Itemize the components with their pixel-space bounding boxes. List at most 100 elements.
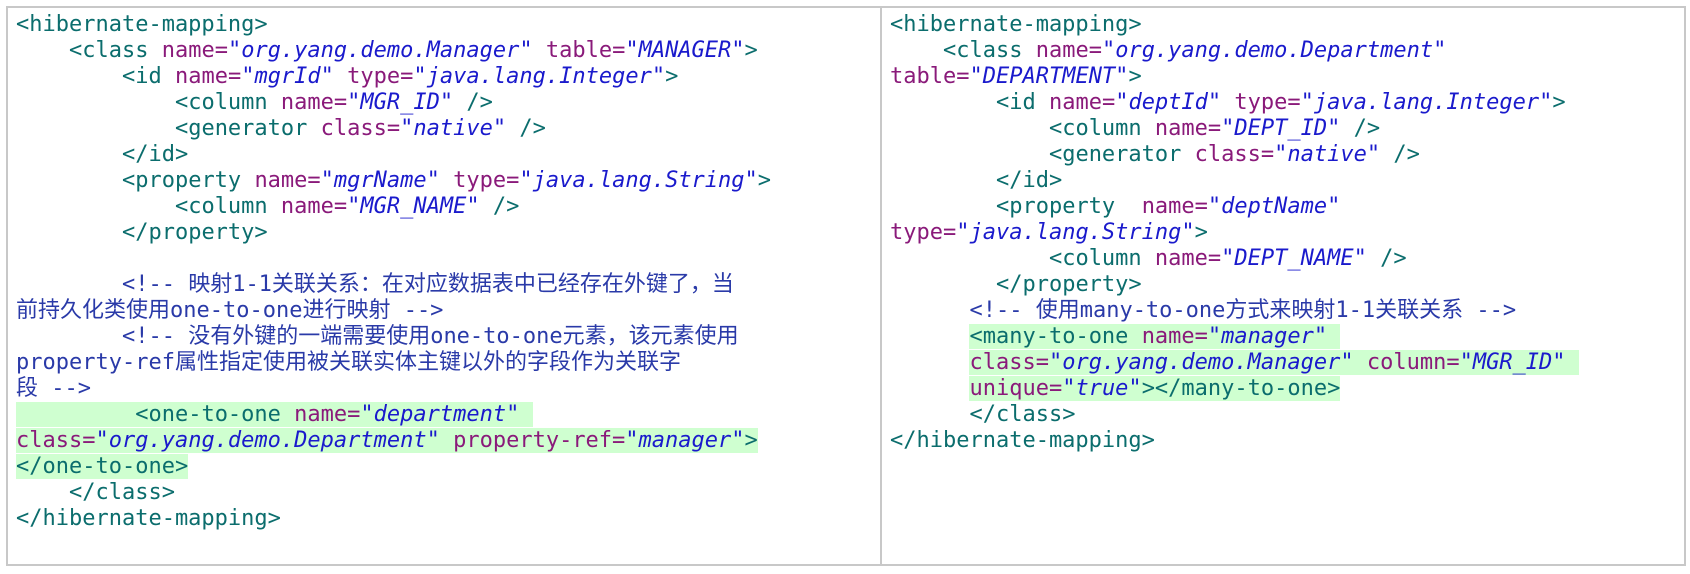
code-token: "DEPT_NAME"	[1221, 246, 1367, 271]
code-token: </property>	[121, 220, 268, 245]
code-line: <property name="mgrName" type="java.lang…	[16, 168, 874, 194]
highlight-block: unique="true"></many-to-one>	[969, 376, 1341, 401]
code-line: table="DEPARTMENT">	[890, 64, 1678, 90]
code-token: >	[1128, 64, 1142, 89]
highlight-block: <one-to-one name="department"	[16, 402, 533, 427]
code-token: name=	[1154, 246, 1222, 271]
code-line: </id>	[16, 142, 874, 168]
code-token: >	[757, 168, 772, 193]
code-token: </class>	[68, 480, 175, 505]
code-token: "deptId"	[1115, 90, 1222, 115]
code-token: "MANAGER"	[625, 38, 745, 63]
code-token: />	[1380, 246, 1407, 271]
code-line: </hibernate-mapping>	[16, 506, 874, 532]
code-token: />	[1393, 142, 1420, 167]
code-line: <property name="deptName"	[890, 194, 1678, 220]
highlight-block: </one-to-one>	[16, 454, 189, 479]
code-token: <column	[174, 90, 268, 115]
code-line: <generator class="native" />	[890, 142, 1678, 168]
code-line: type="java.lang.String">	[890, 220, 1678, 246]
highlighted-code-line: <one-to-one name="department"	[16, 402, 874, 428]
code-token: type=	[1234, 90, 1301, 115]
code-token: ></many-to-one>	[1141, 376, 1341, 401]
code-comment-line: <!-- 映射1-1关联关系：在对应数据表中已经存在外键了，当	[16, 272, 874, 298]
highlight-block: <many-to-one name="manager"	[969, 324, 1341, 349]
code-token: "true"	[1062, 376, 1142, 401]
code-token: />	[1353, 116, 1381, 141]
code-token: >	[1552, 90, 1566, 115]
code-token: <one-to-one	[135, 402, 281, 427]
code-line: </property>	[890, 272, 1678, 298]
code-token: <property	[995, 194, 1116, 219]
code-comment: 段 -->	[16, 376, 91, 401]
code-token: >	[1194, 220, 1208, 245]
code-token: <column	[1048, 116, 1142, 141]
code-token: "mgrName"	[320, 168, 440, 193]
code-line: <column name="MGR_ID" />	[16, 90, 874, 116]
code-token: >	[665, 64, 679, 89]
code-token: "org.yang.demo.Manager"	[227, 38, 533, 63]
code-token: </property>	[995, 272, 1142, 297]
code-token: "DEPT_ID"	[1221, 116, 1341, 141]
code-token: "manager"	[625, 428, 745, 453]
code-token: "org.yang.demo.Manager"	[1048, 350, 1354, 375]
code-token: table=	[545, 38, 626, 63]
code-token: class=	[320, 116, 401, 141]
code-token: name=	[1141, 194, 1208, 219]
code-line: <generator class="native" />	[16, 116, 874, 142]
code-line: <class name="org.yang.demo.Manager" tabl…	[16, 38, 874, 64]
code-token: />	[466, 90, 493, 115]
manager-mapping-cell: <hibernate-mapping> <class name="org.yan…	[8, 8, 882, 564]
code-token: "DEPARTMENT"	[969, 64, 1129, 89]
code-token: table=	[890, 64, 970, 89]
code-token: name=	[1141, 324, 1208, 349]
code-token: name=	[254, 168, 321, 193]
code-line: </class>	[890, 402, 1678, 428]
code-token: <class	[942, 38, 1023, 63]
code-comment: <!-- 没有外键的一端需要使用one-to-one元素，该元素使用	[121, 324, 739, 349]
code-line: <id name="mgrId" type="java.lang.Integer…	[16, 64, 874, 90]
code-token: "native"	[400, 116, 507, 141]
code-token: type=	[890, 220, 957, 245]
code-token: name=	[1035, 38, 1102, 63]
code-token: "department"	[360, 402, 520, 427]
code-token: unique=	[969, 376, 1063, 401]
code-token: class=	[969, 350, 1049, 375]
code-token: name=	[161, 38, 228, 63]
code-token: "native"	[1274, 142, 1381, 167]
code-line: </class>	[16, 480, 874, 506]
code-token: "java.lang.String"	[956, 220, 1195, 245]
code-token: type=	[347, 64, 414, 89]
code-token: <many-to-one	[969, 324, 1129, 349]
highlighted-code-line: </one-to-one>	[16, 454, 874, 480]
code-token: <id	[995, 90, 1036, 115]
code-comment-line: 段 -->	[16, 376, 874, 402]
code-token: "org.yang.demo.Department"	[1101, 38, 1447, 63]
highlight-block: class="org.yang.demo.Department" propert…	[16, 428, 758, 453]
code-token: class=	[16, 428, 96, 453]
code-token: "java.lang.Integer"	[413, 64, 666, 89]
code-token: "manager"	[1207, 324, 1328, 349]
code-token: name=	[280, 194, 348, 219]
code-line: </hibernate-mapping>	[890, 428, 1678, 454]
code-token: </one-to-one>	[16, 454, 189, 479]
code-token: <generator	[174, 116, 308, 141]
code-token: </class>	[969, 402, 1076, 427]
code-line: </id>	[890, 168, 1678, 194]
code-token: >	[744, 38, 758, 63]
highlight-block: class="org.yang.demo.Manager" column="MG…	[969, 350, 1579, 375]
code-token: </hibernate-mapping>	[890, 428, 1155, 453]
highlighted-code-line: class="org.yang.demo.Manager" column="MG…	[890, 350, 1678, 376]
highlighted-code-line: class="org.yang.demo.Department" propert…	[16, 428, 874, 454]
code-token: name=	[174, 64, 242, 89]
code-line: <column name="MGR_NAME" />	[16, 194, 874, 220]
code-line: <class name="org.yang.demo.Department"	[890, 38, 1678, 64]
code-line: <hibernate-mapping>	[890, 12, 1678, 38]
code-comment: property-ref属性指定使用被关联实体主键以外的字段作为关联字	[16, 350, 681, 375]
code-token: name=	[1048, 90, 1116, 115]
code-comment: 前持久化类使用one-to-one进行映射 -->	[16, 298, 444, 323]
code-comment-line: <!-- 使用many-to-one方式来映射1-1关联关系 -->	[890, 298, 1678, 324]
code-token: />	[492, 194, 520, 219]
code-line: <id name="deptId" type="java.lang.Intege…	[890, 90, 1678, 116]
